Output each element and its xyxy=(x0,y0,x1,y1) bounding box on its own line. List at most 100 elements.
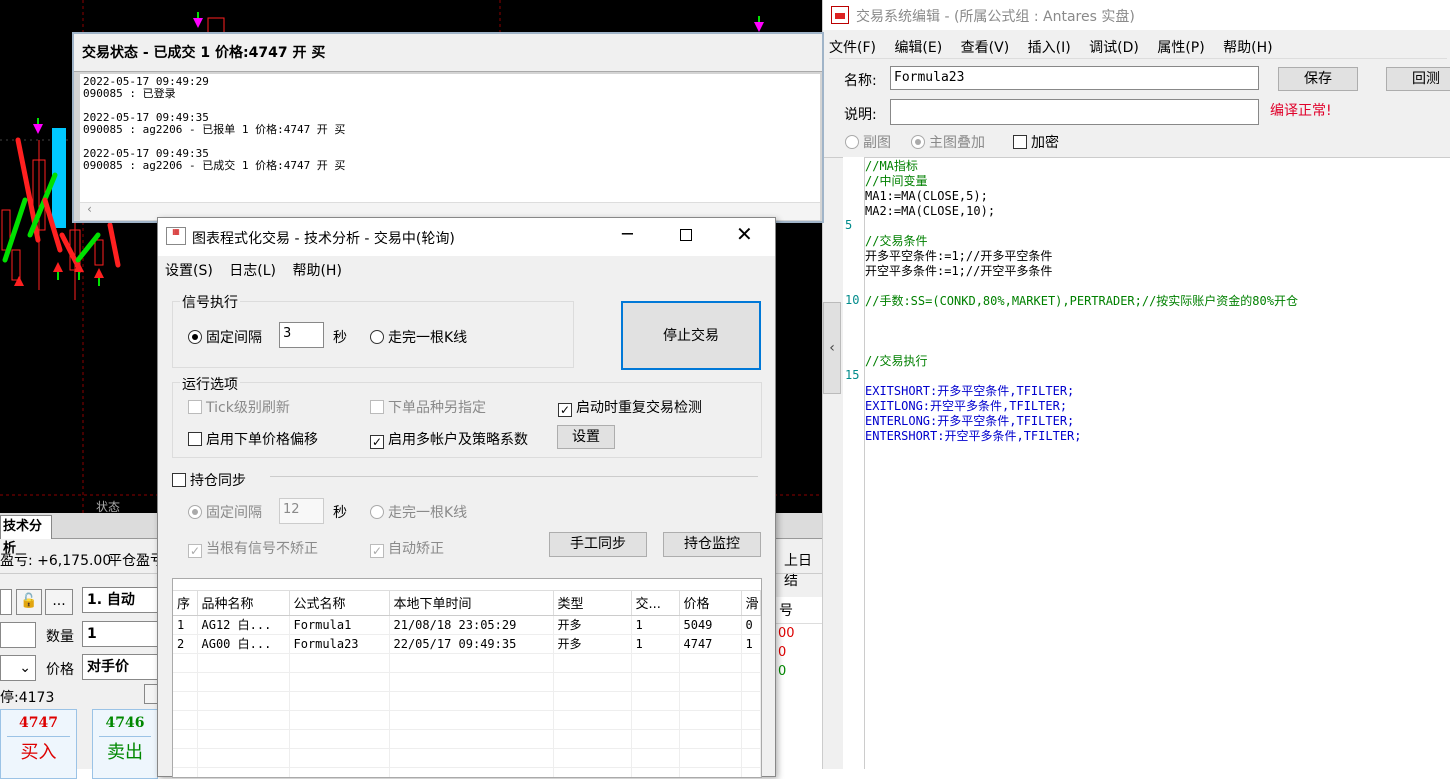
log-title: 交易状态 - 已成交 1 价格:4747 开 买 xyxy=(74,34,822,72)
auto-correct-checkbox[interactable]: ✓ 自动矫正 xyxy=(370,538,444,558)
main-overlay-radio[interactable]: 主图叠加 xyxy=(911,132,985,152)
small-button[interactable] xyxy=(144,684,158,704)
table-row[interactable]: 2 AG00 白... Formula23 22/05/17 09:49:35 … xyxy=(173,634,761,654)
pnl-text: 盈亏: +6,175.00 xyxy=(0,553,112,569)
signal-group-label: 信号执行 xyxy=(180,292,240,312)
right-val-1: 00 xyxy=(778,626,795,641)
multi-account-checkbox[interactable]: ✓ 启用多帐户及策略系数 xyxy=(370,429,528,449)
col-header[interactable]: 价格 xyxy=(679,591,742,616)
table-row[interactable]: 1 AG12 白... Formula1 21/08/18 23:05:29 开… xyxy=(173,615,761,635)
settings-button[interactable]: 设置 xyxy=(557,425,615,449)
interval-input[interactable]: 3 xyxy=(279,322,324,348)
code-line: //交易执行 xyxy=(865,354,928,368)
fixed-interval-radio[interactable]: 固定间隔 xyxy=(188,327,262,347)
sub-chart-radio[interactable]: 副图 xyxy=(845,132,891,152)
candle xyxy=(94,239,104,266)
encrypt-label: 加密 xyxy=(1031,135,1059,151)
no-correct-label: 当根有信号不矫正 xyxy=(206,541,318,557)
desc-input[interactable] xyxy=(890,99,1259,125)
encrypt-checkbox[interactable]: 加密 xyxy=(1013,132,1059,152)
order-variety-checkbox[interactable]: 下单品种另指定 xyxy=(370,397,486,417)
price-type-select[interactable]: 对手价 xyxy=(82,654,158,680)
sync-bar-radio[interactable]: 走完一根K线 xyxy=(370,502,467,522)
col-header[interactable]: 本地下单时间 xyxy=(389,591,554,616)
more-button[interactable]: ... xyxy=(45,589,73,615)
table-cell: Formula1 xyxy=(289,615,390,635)
menu-log[interactable]: 日志(L) xyxy=(229,263,276,279)
log-line: 090085 : 已登录 xyxy=(83,87,176,100)
menu-view[interactable]: 查看(V) xyxy=(961,40,1010,56)
program-trading-dialog: ▦ 图表程式化交易 - 技术分析 - 交易中(轮询) ─ ✕ 设置(S) 日志(… xyxy=(157,217,776,778)
menu-help[interactable]: 帮助(H) xyxy=(1223,40,1272,56)
log-line: 090085 : ag2206 - 已报单 1 价格:4747 开 买 xyxy=(83,123,346,136)
menu-debug[interactable]: 调试(D) xyxy=(1089,40,1139,56)
save-button[interactable]: 保存 xyxy=(1278,67,1358,91)
menu-insert[interactable]: 插入(I) xyxy=(1028,40,1071,56)
orders-table: 序 品种名称 公式名称 本地下单时间 类型 交... 价格 滑 1 AG12 白… xyxy=(173,591,761,777)
no-correct-checkbox[interactable]: ✓ 当根有信号不矫正 xyxy=(188,538,318,558)
menu-edit[interactable]: 编辑(E) xyxy=(894,40,942,56)
auto-correct-label: 自动矫正 xyxy=(388,541,444,557)
scroll-left-icon[interactable]: ‹ xyxy=(86,203,93,215)
code-line: 开多平空条件:=1;//开多平空条件 xyxy=(865,249,1053,263)
code-line: //中间变量 xyxy=(865,174,928,188)
menu-settings[interactable]: 设置(S) xyxy=(165,263,213,279)
col-header[interactable]: 公式名称 xyxy=(289,591,390,616)
mode-select[interactable]: 1. 自动 xyxy=(82,587,158,613)
account-field[interactable] xyxy=(0,589,12,615)
col-header[interactable]: 品种名称 xyxy=(197,591,290,616)
app-icon xyxy=(831,6,849,24)
minimize-icon[interactable]: ─ xyxy=(622,224,633,245)
maximize-icon[interactable] xyxy=(680,229,692,241)
collapse-handle[interactable]: ‹ xyxy=(823,302,841,394)
sync-fixed-radio[interactable]: 固定间隔 xyxy=(188,502,262,522)
position-sync-checkbox[interactable]: 持仓同步 xyxy=(172,470,246,490)
price-offset-checkbox[interactable]: 启用下单价格偏移 xyxy=(188,429,318,449)
col-header[interactable]: 类型 xyxy=(553,591,632,616)
backtest-button[interactable]: 回测 xyxy=(1386,67,1450,91)
right-val-2: 0 xyxy=(778,645,787,660)
one-bar-radio[interactable]: 走完一根K线 xyxy=(370,327,467,347)
col-header[interactable]: 序 xyxy=(173,591,198,616)
col-header[interactable]: 滑 xyxy=(741,591,761,616)
sell-label: 卖出 xyxy=(107,742,143,763)
sync-interval-input[interactable]: 12 xyxy=(279,498,324,524)
code-line: //交易条件 xyxy=(865,234,928,248)
close-icon[interactable]: ✕ xyxy=(736,222,753,246)
menu-file[interactable]: 文件(F) xyxy=(829,40,876,56)
table-cell: 1 xyxy=(173,615,198,635)
startup-check-checkbox[interactable]: ✓ 启动时重复交易检测 xyxy=(558,397,702,417)
table-cell: Formula23 xyxy=(289,634,390,654)
table-cell: 0 xyxy=(741,615,761,635)
qty-input[interactable]: 1 xyxy=(82,621,158,647)
price-label: 价格 xyxy=(46,662,74,678)
tick-refresh-checkbox[interactable]: Tick级别刷新 xyxy=(188,397,290,417)
name-input[interactable]: Formula23 xyxy=(890,66,1259,90)
tab-technical-analysis[interactable]: 技术分析 xyxy=(0,515,52,556)
unlock-icon[interactable]: 🔓 xyxy=(16,589,42,615)
chevron-down-icon[interactable]: ⌄ xyxy=(0,655,36,681)
stop-trading-button[interactable]: 停止交易 xyxy=(621,301,761,370)
table-cell: 2 xyxy=(173,634,198,654)
code-editor[interactable]: //MA指标 //中间变量 MA1:=MA(CLOSE,5); MA2:=MA(… xyxy=(865,157,1450,769)
code-line: MA2:=MA(CLOSE,10); xyxy=(865,204,996,218)
code-line: MA1:=MA(CLOSE,5); xyxy=(865,189,988,203)
startup-check-label: 启动时重复交易检测 xyxy=(576,400,702,416)
position-monitor-button[interactable]: 持仓监控 xyxy=(663,532,761,557)
main-overlay-label: 主图叠加 xyxy=(929,135,985,151)
blank-field[interactable] xyxy=(0,622,36,648)
sell-price: 4746 xyxy=(105,715,145,731)
collapse-bar xyxy=(823,157,843,769)
sub-chart-label: 副图 xyxy=(863,135,891,151)
manual-sync-button[interactable]: 手工同步 xyxy=(549,532,647,557)
chart-status-label: 状态 xyxy=(96,500,121,513)
close-pnl-label: 平仓盈亏 xyxy=(108,553,164,569)
menu-help[interactable]: 帮助(H) xyxy=(292,263,341,279)
menu-property[interactable]: 属性(P) xyxy=(1157,40,1204,56)
col-header[interactable]: 交... xyxy=(631,591,680,616)
table-cell: 1 xyxy=(741,634,761,654)
table-cell: AG00 白... xyxy=(197,634,290,654)
compile-status: 编译正常! xyxy=(1270,103,1332,119)
trade-status-window: 交易状态 - 已成交 1 价格:4747 开 买 2022-05-17 09:4… xyxy=(72,32,824,223)
prev-settle-label: 上日结 xyxy=(784,553,812,589)
